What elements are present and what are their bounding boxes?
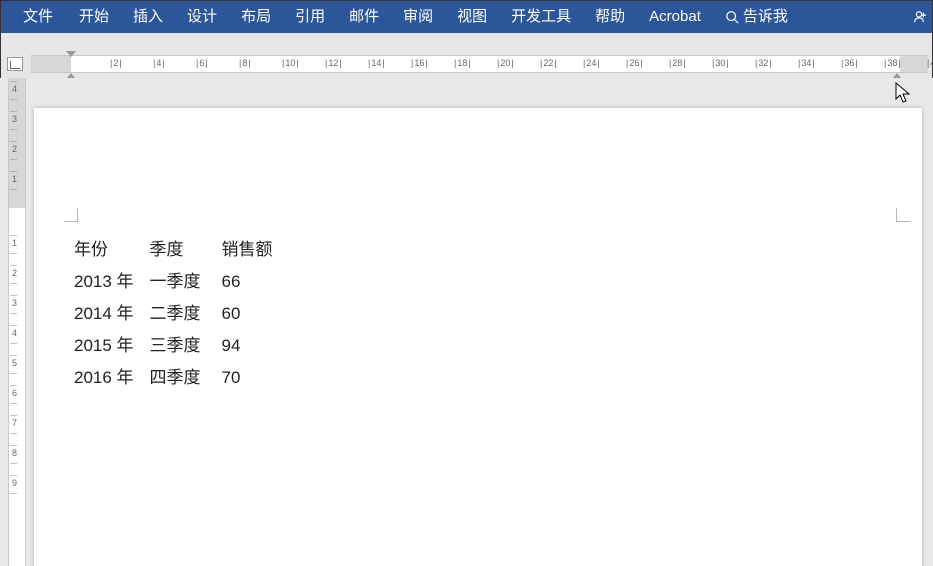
cell-year: 2013 年 xyxy=(74,266,146,298)
ruler-vtick: 7 xyxy=(12,418,17,428)
cell-sales: 60 xyxy=(216,298,286,330)
tab-help[interactable]: 帮助 xyxy=(583,1,637,33)
cell-quarter: 一季度 xyxy=(146,266,216,298)
tab-layout[interactable]: 布局 xyxy=(229,1,283,33)
tab-developer[interactable]: 开发工具 xyxy=(499,1,583,33)
cell-sales: 70 xyxy=(216,362,286,394)
ruler-vtick: 4 xyxy=(12,84,17,94)
ruler-vtick: 9 xyxy=(12,478,17,488)
ruler-vtick: 6 xyxy=(12,388,17,398)
first-line-indent-marker[interactable] xyxy=(66,51,76,57)
share-icon xyxy=(912,10,926,24)
cell-quarter: 四季度 xyxy=(146,362,216,394)
margin-corner-top-right xyxy=(896,208,910,222)
ribbon: 文件 开始 插入 设计 布局 引用 邮件 审阅 视图 开发工具 帮助 Acrob… xyxy=(1,1,932,33)
ruler-tick: 14 xyxy=(368,58,385,68)
tell-me-label: 告诉我 xyxy=(743,1,788,33)
ruler-vtick: 1 xyxy=(12,238,17,248)
ruler-tick: 20 xyxy=(497,58,514,68)
tab-references[interactable]: 引用 xyxy=(283,1,337,33)
ruler-tick: 4 xyxy=(153,58,165,68)
tab-home[interactable]: 开始 xyxy=(67,1,121,33)
table-header-row: 年份 季度 销售额 xyxy=(74,234,286,266)
ruler-tick: 34 xyxy=(798,58,815,68)
ruler-tick: 28 xyxy=(669,58,686,68)
share-button[interactable] xyxy=(912,10,926,24)
document-body[interactable]: 年份 季度 销售额 2013 年 一季度 66 2014 年 二季度 60 20… xyxy=(74,234,286,394)
col-header-year: 年份 xyxy=(74,234,146,266)
tab-acrobat[interactable]: Acrobat xyxy=(637,1,713,33)
cell-year: 2016 年 xyxy=(74,362,146,394)
table-row: 2016 年 四季度 70 xyxy=(74,362,286,394)
tab-design[interactable]: 设计 xyxy=(175,1,229,33)
workspace: 4 3 2 1 1 2 3 4 5 6 7 8 9 年份 季度 销售额 2013 年 一季度 66 20… xyxy=(0,78,933,566)
ruler-tick: 2 xyxy=(110,58,122,68)
ruler-tick: 32 xyxy=(755,58,772,68)
tab-mailings[interactable]: 邮件 xyxy=(337,1,391,33)
table-row: 2013 年 一季度 66 xyxy=(74,266,286,298)
ruler-tick: 40 xyxy=(927,58,933,68)
data-table: 年份 季度 销售额 2013 年 一季度 66 2014 年 二季度 60 20… xyxy=(74,234,286,394)
ruler-vtick: 3 xyxy=(12,298,17,308)
ruler-vtick: 2 xyxy=(12,144,17,154)
ruler-tick: 24 xyxy=(583,58,600,68)
ruler-margin-left xyxy=(31,56,71,72)
cell-sales: 94 xyxy=(216,330,286,362)
ruler-horizontal[interactable]: 246810121416182022242628303234363840 xyxy=(31,55,928,73)
document-page[interactable]: 年份 季度 销售额 2013 年 一季度 66 2014 年 二季度 60 20… xyxy=(34,108,922,566)
ruler-tick: 6 xyxy=(196,58,208,68)
ruler-tick: 16 xyxy=(411,58,428,68)
ruler-tick: 26 xyxy=(626,58,643,68)
cell-quarter: 三季度 xyxy=(146,330,216,362)
tell-me-search[interactable]: 告诉我 xyxy=(713,1,800,33)
cell-year: 2014 年 xyxy=(74,298,146,330)
table-row: 2015 年 三季度 94 xyxy=(74,330,286,362)
margin-corner-top-left xyxy=(64,208,78,222)
cell-quarter: 二季度 xyxy=(146,298,216,330)
ruler-vtick: 4 xyxy=(12,328,17,338)
ruler-tick: 38 xyxy=(884,58,901,68)
search-icon xyxy=(725,10,739,24)
cell-year: 2015 年 xyxy=(74,330,146,362)
ruler-tick: 10 xyxy=(282,58,299,68)
ruler-tick: 30 xyxy=(712,58,729,68)
tab-file[interactable]: 文件 xyxy=(9,1,67,33)
ruler-vtick: 5 xyxy=(12,358,17,368)
ruler-vertical[interactable]: 4 3 2 1 1 2 3 4 5 6 7 8 9 xyxy=(8,78,26,566)
ruler-tick: 8 xyxy=(239,58,251,68)
ruler-tick: 18 xyxy=(454,58,471,68)
tab-view[interactable]: 视图 xyxy=(445,1,499,33)
ruler-vtick: 8 xyxy=(12,448,17,458)
ruler-vtick: 3 xyxy=(12,114,17,124)
tab-insert[interactable]: 插入 xyxy=(121,1,175,33)
col-header-sales: 销售额 xyxy=(216,234,286,266)
tab-selector[interactable] xyxy=(7,57,23,71)
cell-sales: 66 xyxy=(216,266,286,298)
tab-review[interactable]: 审阅 xyxy=(391,1,445,33)
col-header-quarter: 季度 xyxy=(146,234,216,266)
table-row: 2014 年 二季度 60 xyxy=(74,298,286,330)
ruler-tick: 12 xyxy=(325,58,342,68)
ruler-area: 246810121416182022242628303234363840 xyxy=(1,33,932,79)
ruler-tick: 22 xyxy=(540,58,557,68)
ruler-vtick: 2 xyxy=(12,268,17,278)
ruler-tick: 36 xyxy=(841,58,858,68)
ruler-vtick: 1 xyxy=(12,174,17,184)
